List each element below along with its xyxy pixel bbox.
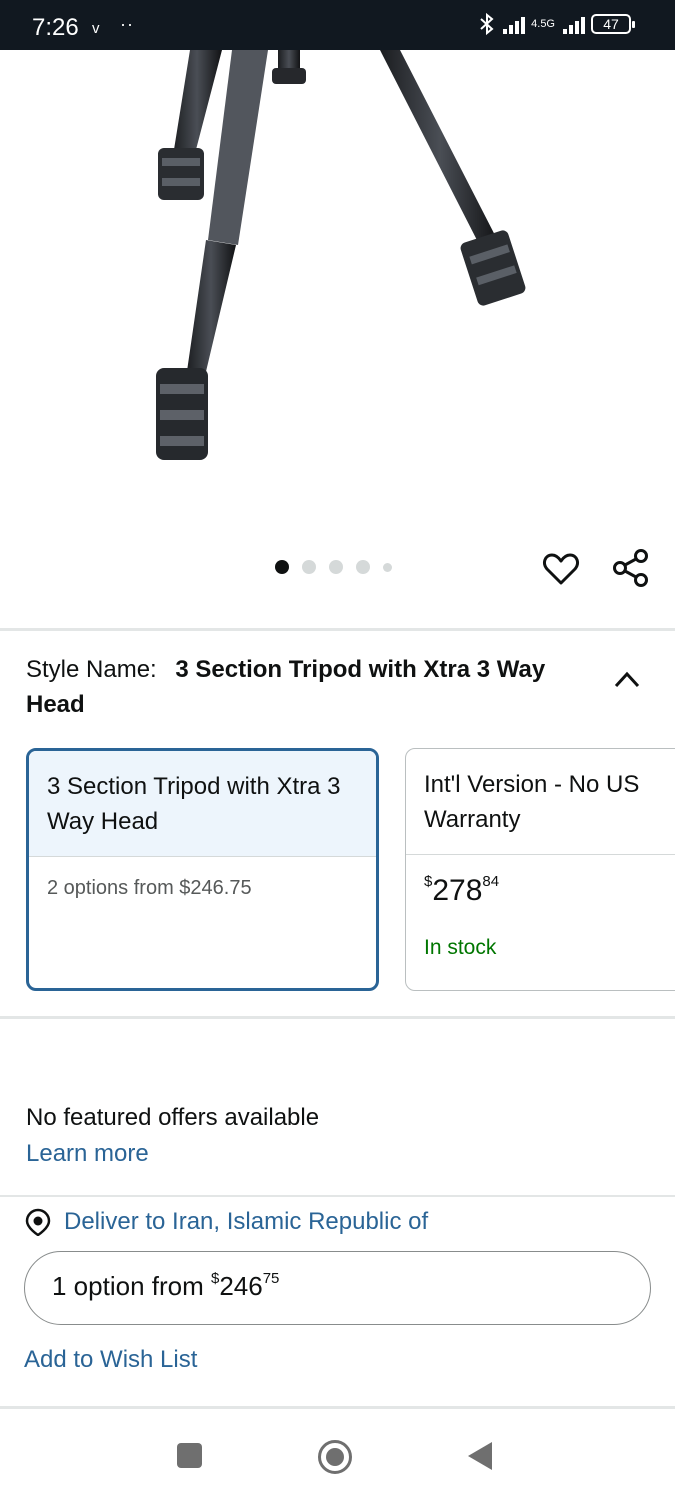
network-type-label: 4.5G — [531, 18, 555, 30]
style-option-title: Int'l Version - No US Warranty — [406, 749, 675, 855]
product-image[interactable] — [0, 50, 675, 550]
vm-icon: v — [92, 20, 100, 37]
share-icon[interactable] — [611, 548, 651, 588]
no-offers-text: No featured offers available — [26, 1104, 320, 1131]
price-fraction: 84 — [482, 873, 500, 890]
home-icon[interactable] — [318, 1440, 352, 1474]
divider — [0, 1016, 675, 1019]
divider — [0, 1406, 675, 1409]
price-fraction: 75 — [262, 1270, 280, 1287]
availability-status: In stock — [424, 936, 497, 959]
price-whole: 246 — [219, 1271, 263, 1301]
recent-apps-icon[interactable] — [177, 1443, 202, 1468]
heart-icon[interactable] — [542, 550, 580, 588]
status-icons: 4.5G 47 — [477, 12, 635, 36]
option-from-button[interactable]: 1 option from $24675 — [24, 1251, 651, 1325]
option-from-prefix: 1 option from — [52, 1271, 211, 1301]
style-option-title: 3 Section Tripod with Xtra 3 Way Head — [29, 751, 376, 857]
signal-icon-2 — [563, 14, 585, 34]
back-icon[interactable] — [468, 1442, 492, 1470]
style-name-label: Style Name: — [26, 656, 157, 683]
location-pin-icon — [25, 1208, 51, 1236]
status-time: 7:26 — [32, 14, 79, 41]
chevron-up-icon[interactable] — [612, 668, 642, 690]
battery-level: 47 — [603, 16, 619, 32]
carousel-dot-active[interactable] — [275, 560, 289, 574]
price-whole: 278 — [432, 874, 483, 907]
carousel-dot[interactable] — [329, 560, 343, 574]
deliver-to-text: Deliver to Iran, Islamic Republic of — [64, 1208, 429, 1235]
learn-more-link[interactable]: Learn more — [26, 1140, 149, 1168]
status-bar: 7:26 v ·· 4.5G 47 — [0, 0, 675, 50]
carousel-dot[interactable] — [383, 562, 392, 572]
style-option-card[interactable]: Int'l Version - No US Warranty $27884 In… — [405, 748, 675, 991]
carousel-dot[interactable] — [302, 560, 316, 574]
carousel-dot[interactable] — [356, 560, 370, 574]
signal-icon — [503, 14, 526, 34]
style-name-row[interactable]: Style Name: 3 Section Tripod with Xtra 3… — [26, 652, 586, 722]
bluetooth-icon — [480, 12, 494, 36]
divider — [0, 1195, 675, 1197]
notification-dots-icon: ·· — [120, 14, 134, 34]
style-option-card-selected[interactable]: 3 Section Tripod with Xtra 3 Way Head 2 … — [26, 748, 379, 991]
divider — [0, 628, 675, 631]
system-navigation-bar — [0, 1410, 675, 1500]
style-option-subtitle: 2 options from $246.75 — [47, 877, 252, 899]
deliver-to-link[interactable]: Deliver to Iran, Islamic Republic of — [24, 1208, 428, 1236]
carousel-indicator — [275, 560, 392, 574]
battery-icon: 47 — [591, 14, 635, 34]
add-to-wish-list-link[interactable]: Add to Wish List — [24, 1346, 197, 1374]
style-option-price: $27884 — [406, 855, 675, 908]
